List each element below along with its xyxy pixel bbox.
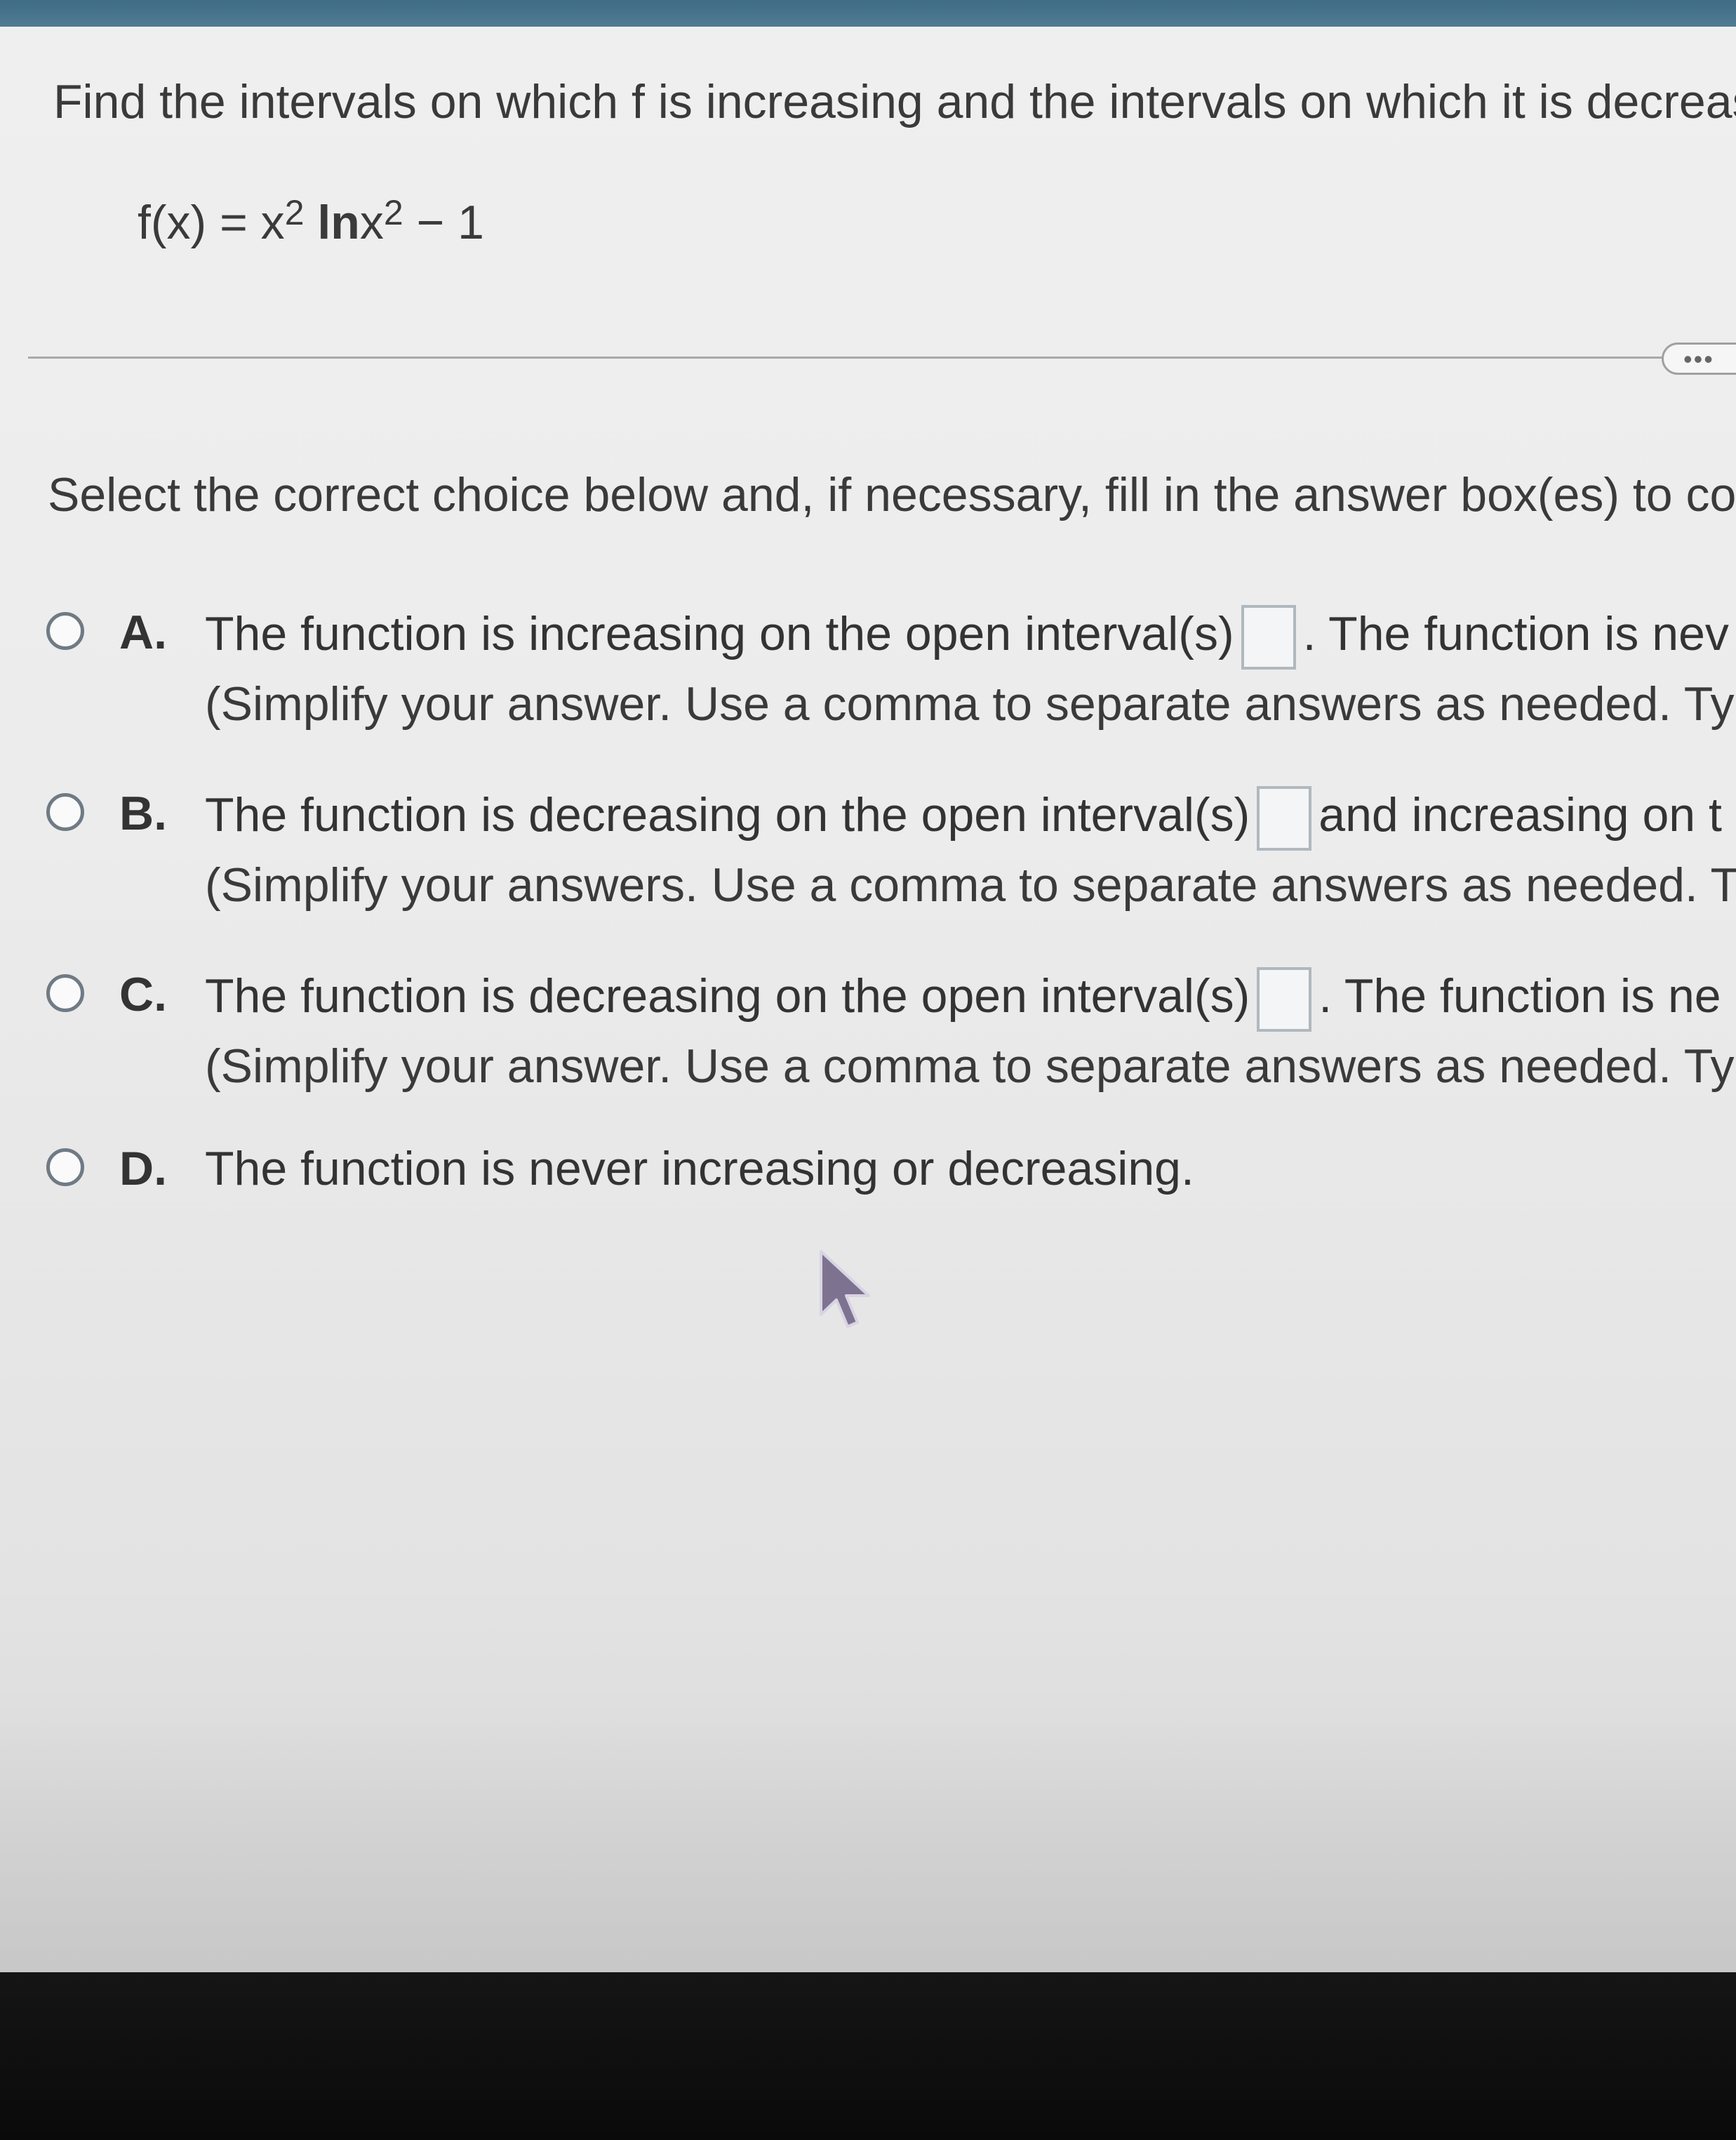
choice-text-after: and increasing on t bbox=[1318, 787, 1722, 842]
choice-text-after: . The function is nev bbox=[1302, 606, 1729, 660]
formula-tail: − 1 bbox=[403, 196, 484, 249]
choice-letter: C. bbox=[119, 968, 167, 1021]
formula-ln: ln bbox=[317, 196, 360, 249]
more-options-icon[interactable]: ••• bbox=[1662, 343, 1736, 375]
choice-text-before: The function is decreasing on the open i… bbox=[205, 787, 1250, 842]
choice-letter: D. bbox=[119, 1142, 167, 1195]
choice-text-before: The function is decreasing on the open i… bbox=[205, 969, 1250, 1023]
choice-text: The function is never increasing or decr… bbox=[205, 1142, 1194, 1195]
choice-letter: A. bbox=[119, 606, 167, 659]
radio-icon[interactable] bbox=[46, 612, 84, 650]
answer-box-decreasing[interactable] bbox=[1257, 967, 1312, 1032]
section-divider bbox=[28, 357, 1691, 359]
choice-text: The function is increasing on the open i… bbox=[205, 605, 1729, 670]
formula-exponent-2: 2 bbox=[383, 193, 403, 232]
answer-box-increasing[interactable] bbox=[1241, 605, 1296, 670]
browser-top-bar bbox=[0, 0, 1736, 27]
radio-icon[interactable] bbox=[46, 974, 84, 1012]
radio-icon[interactable] bbox=[46, 793, 84, 831]
question-page: Find the intervals on which f is increas… bbox=[0, 27, 1736, 1972]
choice-text-after: . The function is ne bbox=[1318, 969, 1721, 1023]
choice-note: (Simplify your answer. Use a comma to se… bbox=[205, 1039, 1736, 1093]
choice-text: The function is decreasing on the open i… bbox=[205, 786, 1722, 851]
choice-note: (Simplify your answer. Use a comma to se… bbox=[205, 677, 1736, 731]
radio-icon[interactable] bbox=[46, 1148, 84, 1186]
formula-exponent-1: 2 bbox=[284, 193, 305, 232]
question-instruction: Find the intervals on which f is increas… bbox=[53, 75, 1736, 128]
choice-note: (Simplify your answers. Use a comma to s… bbox=[205, 858, 1736, 912]
cursor-icon bbox=[820, 1250, 870, 1328]
answer-prompt: Select the correct choice below and, if … bbox=[48, 468, 1736, 521]
monitor-bezel bbox=[0, 1972, 1736, 2140]
choice-text-before: The function is increasing on the open i… bbox=[205, 606, 1234, 660]
formula-lhs: f(x) = x bbox=[138, 196, 285, 249]
choice-text: The function is decreasing on the open i… bbox=[205, 967, 1721, 1032]
choice-letter: B. bbox=[119, 787, 167, 840]
answer-box-decreasing[interactable] bbox=[1257, 786, 1312, 851]
function-formula: f(x) = x2 lnx2 − 1 bbox=[138, 193, 484, 250]
formula-x: x bbox=[359, 196, 384, 249]
